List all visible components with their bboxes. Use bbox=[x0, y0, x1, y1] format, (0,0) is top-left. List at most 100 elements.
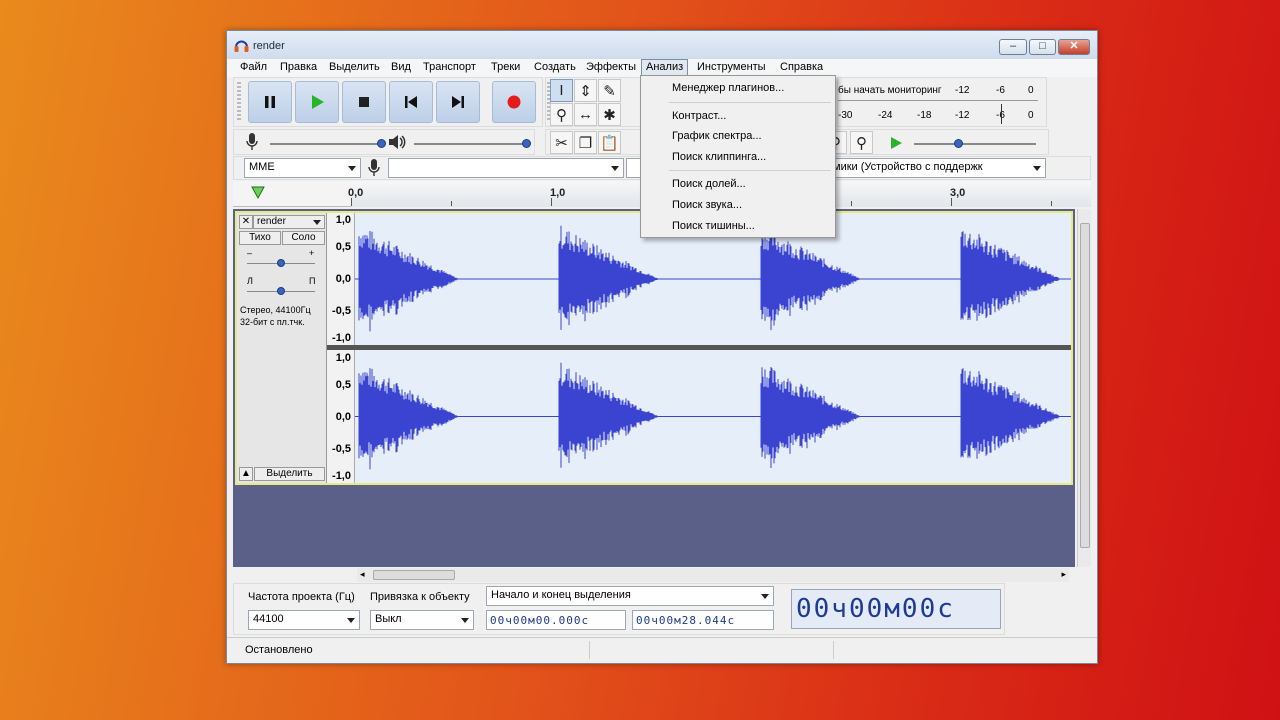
menu-item-find-clipping[interactable]: Поиск клиппинга... bbox=[672, 151, 766, 163]
menu-item-beat-finder[interactable]: Поиск долей... bbox=[672, 178, 746, 190]
skip-end-button[interactable] bbox=[436, 81, 480, 123]
time-display[interactable]: 00ч00м00с bbox=[791, 589, 1001, 629]
gain-knob[interactable] bbox=[277, 259, 285, 267]
project-rate-value: 44100 bbox=[253, 613, 284, 625]
selection-end-time[interactable]: 00ч00м28.044с bbox=[632, 610, 774, 630]
close-track-icon[interactable]: ✕ bbox=[239, 215, 253, 229]
selection-mode-select[interactable]: Начало и конец выделения bbox=[486, 586, 774, 606]
play-head-icon[interactable] bbox=[251, 186, 265, 200]
vertical-ruler-left: 1,0 0,5 0,0 -0,5 -1,0 bbox=[327, 213, 355, 345]
menu-analyze[interactable]: Анализ bbox=[641, 59, 689, 76]
play-at-speed-button[interactable] bbox=[884, 131, 907, 154]
menu-effects[interactable]: Эффекты bbox=[581, 59, 641, 76]
menu-item-plot-spectrum[interactable]: График спектра... bbox=[672, 130, 762, 142]
waveform-burst bbox=[558, 225, 659, 330]
pause-button[interactable] bbox=[248, 81, 292, 123]
copy-icon[interactable]: ❐ bbox=[574, 131, 597, 154]
timeshift-tool-icon[interactable]: ↔ bbox=[574, 103, 597, 126]
menu-transport[interactable]: Транспорт bbox=[418, 59, 481, 76]
chevron-down-icon bbox=[313, 220, 321, 225]
envelope-tool-icon[interactable]: ⇕ bbox=[574, 79, 597, 102]
mute-button[interactable]: Тихо bbox=[239, 231, 281, 245]
skip-start-button[interactable] bbox=[389, 81, 433, 123]
stop-button[interactable] bbox=[342, 81, 386, 123]
meter-tick: -30 bbox=[838, 110, 853, 121]
menu-item-contrast[interactable]: Контраст... bbox=[672, 110, 726, 122]
pan-knob[interactable] bbox=[277, 287, 285, 295]
vertical-scroll-thumb[interactable] bbox=[1080, 223, 1090, 548]
status-divider bbox=[833, 641, 834, 659]
pan-left-label: Л bbox=[247, 276, 253, 286]
snap-to-label: Привязка к объекту bbox=[370, 591, 470, 603]
time-display-value: 00ч00м00с bbox=[796, 594, 955, 624]
transport-toolbar bbox=[233, 77, 543, 127]
meter-tick: -6 bbox=[996, 85, 1005, 96]
paste-icon[interactable]: 📋 bbox=[598, 131, 621, 154]
minimize-button[interactable]: – bbox=[999, 39, 1027, 55]
solo-button[interactable]: Соло bbox=[282, 231, 325, 245]
menu-view[interactable]: Вид bbox=[386, 59, 416, 76]
track-format-rate: Стерео, 44100Гц bbox=[240, 305, 311, 315]
record-icon bbox=[507, 95, 521, 109]
vertical-scrollbar[interactable] bbox=[1077, 209, 1091, 567]
horizontal-scrollbar[interactable]: ◂ ▸ bbox=[357, 568, 1069, 582]
multi-tool-icon[interactable]: ✱ bbox=[598, 103, 621, 126]
collapse-track-icon[interactable]: ▲ bbox=[239, 467, 253, 481]
ruler-tick bbox=[951, 198, 952, 206]
menu-help[interactable]: Справка bbox=[775, 59, 828, 76]
menu-separator bbox=[669, 102, 831, 103]
maximize-button[interactable]: □ bbox=[1029, 39, 1056, 55]
ruler-tick bbox=[851, 201, 852, 206]
track-area[interactable]: ✕ render Тихо Соло – + Л П Стерео, 44100… bbox=[233, 209, 1075, 567]
cut-icon[interactable]: ✂ bbox=[550, 131, 573, 154]
playback-device-value: мики (Устройство с поддержк bbox=[833, 161, 983, 173]
zoom-toggle-icon[interactable]: ⚲ bbox=[850, 131, 873, 154]
play-button[interactable] bbox=[295, 81, 339, 123]
menu-item-sound-finder[interactable]: Поиск звука... bbox=[672, 199, 742, 211]
selection-tool-icon[interactable]: I bbox=[550, 79, 573, 102]
play-speed-slider[interactable] bbox=[914, 143, 1036, 145]
vertical-ruler-right: 1,0 0,5 0,0 -0,5 -1,0 bbox=[327, 350, 355, 483]
close-button[interactable]: ✕ bbox=[1058, 39, 1090, 55]
zoom-tool-icon[interactable]: ⚲ bbox=[550, 103, 573, 126]
playback-volume-knob[interactable] bbox=[522, 139, 531, 148]
menu-generate[interactable]: Создать bbox=[529, 59, 581, 76]
scroll-right-icon[interactable]: ▸ bbox=[1061, 569, 1066, 580]
menu-select[interactable]: Выделить bbox=[324, 59, 385, 76]
select-track-button[interactable]: Выделить bbox=[254, 467, 325, 481]
menu-tracks[interactable]: Треки bbox=[486, 59, 525, 76]
audio-host-select[interactable]: MME bbox=[244, 158, 361, 178]
recording-device-select[interactable] bbox=[388, 158, 624, 178]
playback-device-select[interactable]: мики (Устройство с поддержк bbox=[828, 158, 1046, 178]
horizontal-scroll-thumb[interactable] bbox=[373, 570, 455, 580]
waveform-burst bbox=[760, 367, 861, 468]
menu-item-silence-finder[interactable]: Поиск тишины... bbox=[672, 220, 755, 232]
snap-to-select[interactable]: Выкл bbox=[370, 610, 474, 630]
meter-monitor-label[interactable]: бы начать мониторинг bbox=[838, 85, 942, 96]
toolbar-grip[interactable] bbox=[237, 82, 241, 122]
menu-edit[interactable]: Правка bbox=[275, 59, 322, 76]
track-name-menu[interactable]: render bbox=[253, 215, 325, 229]
stop-icon bbox=[359, 97, 369, 107]
status-bar: Остановлено bbox=[227, 637, 1097, 663]
waveform-right-channel[interactable] bbox=[355, 350, 1071, 483]
menu-file[interactable]: Файл bbox=[235, 59, 272, 76]
ruler-label: 1,0 bbox=[550, 187, 566, 199]
menu-item-plugin-manager[interactable]: Менеджер плагинов... bbox=[672, 82, 784, 94]
selection-start-time[interactable]: 00ч00м00.000с bbox=[486, 610, 626, 630]
skip-start-icon bbox=[405, 96, 417, 108]
meter-toolbar: бы начать мониторинг -12 -6 0 -30 -24 -1… bbox=[837, 77, 1047, 127]
window-title: render bbox=[253, 40, 285, 52]
draw-tool-icon[interactable]: ✎ bbox=[598, 79, 621, 102]
record-volume-knob[interactable] bbox=[377, 139, 386, 148]
record-volume-slider[interactable] bbox=[270, 143, 382, 145]
meter-tick: 0 bbox=[1028, 85, 1034, 96]
project-rate-select[interactable]: 44100 bbox=[248, 610, 360, 630]
playback-volume-slider[interactable] bbox=[414, 143, 526, 145]
menu-tools[interactable]: Инструменты bbox=[692, 59, 771, 76]
audio-track[interactable]: ✕ render Тихо Соло – + Л П Стерео, 44100… bbox=[235, 211, 1073, 485]
scroll-left-icon[interactable]: ◂ bbox=[360, 569, 365, 580]
record-button[interactable] bbox=[492, 81, 536, 123]
waveform-burst bbox=[358, 368, 459, 470]
play-speed-knob[interactable] bbox=[954, 139, 963, 148]
